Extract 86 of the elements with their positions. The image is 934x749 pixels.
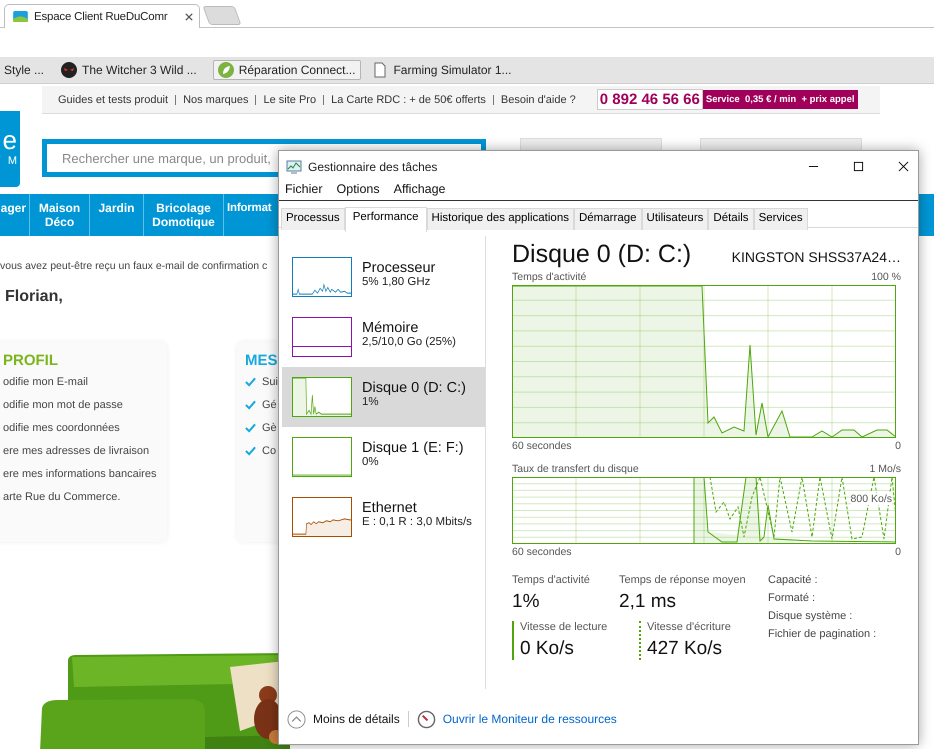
services-link[interactable]: Sui [262,375,278,398]
tab[interactable]: Services [754,208,808,230]
top-link[interactable]: Guides et tests produit [54,94,176,104]
stat-label: Temps de réponse moyen [619,574,747,586]
graph-label: Taux de transfert du disque [512,463,639,475]
resource-item[interactable]: Ethernet E : 0,1 R : 3,0 Mbits/s [282,487,485,547]
disk-model: KINGSTON SHSS37A24… [732,249,901,265]
services-link[interactable]: Gè [262,421,277,444]
property-label: Formaté : [768,592,816,606]
axis-max: 1 Mo/s [869,463,901,475]
stat-label: Vitesse d'écriture [647,621,732,633]
axis-min: 0 [895,440,901,452]
resource-item[interactable]: Disque 1 (E: F:) 0% [282,427,485,487]
graph-mark: 800 Ko/s [850,493,892,505]
top-link[interactable]: Nos marques [175,94,256,104]
stat-value: 0 Ko/s [520,638,575,660]
gauge-icon [416,710,436,728]
resource-monitor-link[interactable]: Ouvrir le Moniteur de ressources [442,712,617,726]
resource-item[interactable]: Mémoire 2,5/10,0 Go (25%) [282,307,485,367]
stat-value: 427 Ko/s [647,638,723,660]
window-title: Gestionnaire des tâches [308,160,438,174]
profile-link[interactable]: ere mes adresses de livraison [3,444,167,467]
tab[interactable]: Processus [281,208,345,230]
bookmark[interactable]: Farming Simulator 1... [371,60,518,80]
property-label: Capacité : [768,574,819,588]
property-label: Fichier de pagination : [768,628,876,642]
chevron-up-icon[interactable] [287,710,306,728]
bookmark[interactable]: Style ... [3,60,50,80]
menu-item[interactable]: Options [336,182,380,200]
resource-item[interactable]: Processeur 5% 1,80 GHz [282,247,485,307]
axis-span: 60 secondes [512,440,572,452]
axis-span: 60 secondes [512,546,572,558]
tab[interactable]: Démarrage [574,208,642,230]
disk-title: Disque 0 (D: C:) [512,240,692,269]
usage-thumbnail [292,377,352,417]
tab[interactable]: Historique des applications [426,208,574,230]
graph-label: Temps d'activité [512,271,586,283]
stat-label: Temps d'activité [512,574,591,586]
usage-thumbnail [292,257,352,297]
profile-link[interactable]: odifie mon mot de passe [3,398,167,421]
bookmark[interactable]: The Witcher 3 Wild ... [60,60,203,80]
maximize-icon[interactable] [853,161,864,172]
stat-value: 2,1 ms [619,591,678,613]
profile-link[interactable]: odifie mes coordonnées [3,421,167,444]
phone-number: 0 892 46 56 66 [596,89,703,110]
browser-tab[interactable]: Espace Client RueDuComr [4,4,200,28]
profile-link[interactable]: arte Rue du Commerce. [3,490,167,513]
stat-label: Vitesse de lecture [520,621,608,633]
tab[interactable]: Performance [344,207,427,232]
leaf-icon [218,62,234,78]
phone-rate: Service 0,35 € / min + prix appel [702,90,858,109]
monitor-icon [286,160,302,174]
resource-item[interactable]: Disque 0 (D: C:) 1% [282,367,485,427]
profile-link[interactable]: ere mes informations bancaires [3,467,167,490]
top-link[interactable]: La Carte RDC : + de 50€ offerts [323,94,493,104]
services-link[interactable]: Gé [262,398,277,421]
close-icon[interactable] [185,12,193,20]
bookmark[interactable]: Réparation Connect... [212,60,362,80]
card-title: PROFIL [3,352,59,369]
close-icon[interactable] [898,161,909,172]
greeting: Florian, [5,288,64,306]
tab[interactable]: Utilisateurs [642,208,708,230]
usage-thumbnail [292,317,352,357]
menu-item[interactable]: Fichier [285,182,323,200]
usage-thumbnail [292,497,352,537]
favicon-icon [13,11,28,22]
notice-text: vous avez peut-être reçu un faux e-mail de confirmation c [0,260,268,272]
top-link[interactable]: Besoin d'aide ? [492,94,583,104]
check-icon [245,377,256,387]
top-link[interactable]: Le site Pro [255,94,324,104]
services-link[interactable]: Co [262,444,276,467]
fewer-details-button[interactable]: Moins de détails [313,712,400,726]
usage-thumbnail [292,437,352,477]
check-icon [245,446,256,456]
mask-icon [61,62,78,78]
axis-max: 100 % [871,271,901,283]
card-title: MES [245,352,279,369]
check-icon [245,400,256,410]
profile-link[interactable]: odifie mon E-mail [3,375,167,398]
page-icon [372,62,388,78]
property-label: Disque système : [768,610,854,624]
check-icon [245,423,256,433]
stat-value: 1% [512,591,540,613]
tab[interactable]: Détails [708,208,754,230]
axis-min: 0 [895,546,901,558]
menu-item[interactable]: Affichage [394,182,446,200]
